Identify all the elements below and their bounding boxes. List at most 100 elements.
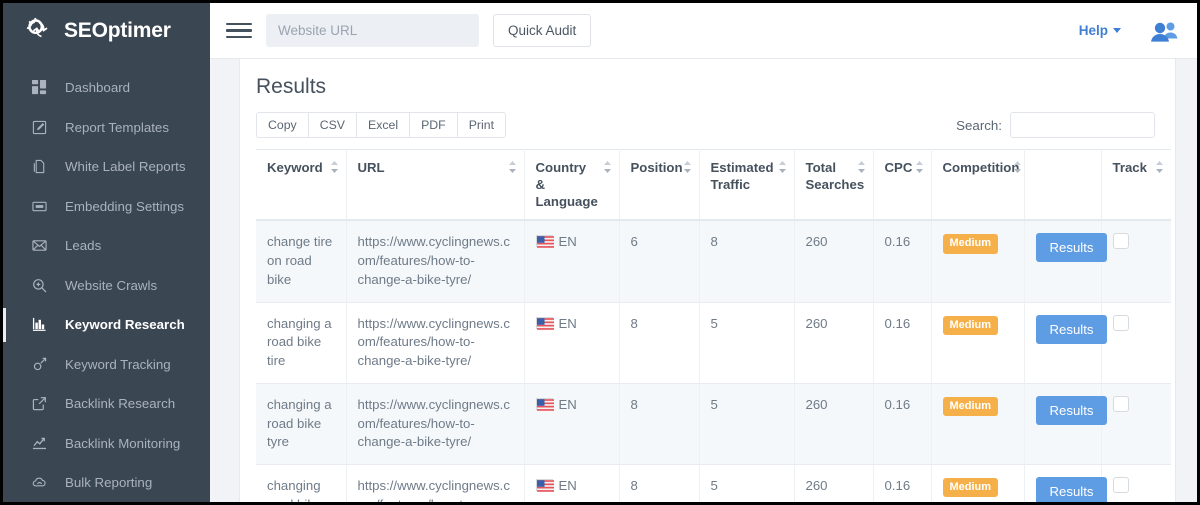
column-header-country-language[interactable]: Country & Language (524, 150, 619, 221)
cloud-gauge-icon (31, 474, 48, 491)
competition-badge: Medium (943, 316, 999, 335)
sort-toggle-icon (508, 161, 517, 173)
cell-track (1101, 465, 1171, 502)
track-checkbox[interactable] (1113, 477, 1129, 493)
sidebar-item-label: White Label Reports (65, 159, 185, 174)
sidebar-item-embedding-settings[interactable]: Embedding Settings (3, 187, 210, 227)
sidebar-item-report-templates[interactable]: Report Templates (3, 108, 210, 148)
results-button[interactable]: Results (1036, 396, 1108, 425)
sidebar-item-backlink-research[interactable]: Backlink Research (3, 384, 210, 424)
track-checkbox[interactable] (1113, 315, 1129, 331)
table-header-row: Keyword URL (256, 150, 1171, 221)
trend-line-icon (31, 435, 48, 452)
cell-position: 6 (619, 220, 699, 302)
page-title: Results (256, 75, 1197, 99)
column-label: Total Searches (806, 159, 863, 193)
export-csv-button[interactable]: CSV (308, 112, 356, 138)
cell-keyword: change tire on road bike (256, 220, 346, 302)
sidebar-item-keyword-tracking[interactable]: Keyword Tracking (3, 345, 210, 385)
sidebar-item-label: Embedding Settings (65, 199, 184, 214)
sort-toggle-icon (330, 161, 339, 173)
cell-track (1101, 220, 1171, 302)
dashboard-grid-icon (31, 79, 48, 96)
content-gutter (210, 59, 240, 502)
brand-name: SEOptimer (64, 19, 171, 43)
column-header-estimated-traffic[interactable]: Estimated Traffic (699, 150, 794, 221)
magnifier-plus-icon (31, 277, 48, 294)
track-checkbox[interactable] (1113, 396, 1129, 412)
sort-toggle-icon (683, 161, 692, 173)
cell-url: https://www.cyclingnews.com/features/how… (346, 465, 524, 502)
gear-arrows-icon (25, 16, 55, 46)
page-scrollbar[interactable] (1175, 59, 1197, 502)
export-excel-button[interactable]: Excel (356, 112, 409, 138)
search-label: Search: (956, 118, 1002, 133)
cell-estimated-traffic: 5 (699, 383, 794, 464)
language-code: EN (559, 397, 577, 412)
cell-cpc: 0.16 (873, 465, 931, 502)
help-menu[interactable]: Help (1079, 23, 1121, 38)
cell-actions: Results (1024, 302, 1101, 383)
sidebar-item-white-label-reports[interactable]: White Label Reports (3, 147, 210, 187)
track-checkbox[interactable] (1113, 233, 1129, 249)
cell-actions: Results (1024, 465, 1101, 502)
sidebar-item-label: Report Templates (65, 120, 169, 135)
sort-toggle-icon (778, 161, 787, 173)
cell-position: 8 (619, 302, 699, 383)
column-label: Track (1113, 159, 1162, 176)
copy-pages-icon (31, 158, 48, 175)
results-button[interactable]: Results (1036, 477, 1108, 502)
sidebar-nav: Dashboard Report Templates White Label R… (3, 59, 210, 502)
column-header-position[interactable]: Position (619, 150, 699, 221)
sort-toggle-icon (603, 161, 612, 173)
sidebar-item-website-crawls[interactable]: Website Crawls (3, 266, 210, 306)
sidebar-item-label: Keyword Tracking (65, 357, 171, 372)
sidebar-item-bulk-reporting[interactable]: Bulk Reporting (3, 463, 210, 502)
results-button[interactable]: Results (1036, 233, 1108, 262)
sidebar-item-dashboard[interactable]: Dashboard (3, 68, 210, 108)
cell-url: https://www.cyclingnews.com/features/how… (346, 302, 524, 383)
external-link-icon (31, 395, 48, 412)
sidebar-item-keyword-research[interactable]: Keyword Research (3, 305, 210, 345)
table-search: Search: (956, 112, 1155, 138)
cell-total-searches: 260 (794, 465, 873, 502)
cell-estimated-traffic: 5 (699, 465, 794, 502)
column-label: Competition (943, 159, 1014, 176)
embed-box-icon (31, 198, 48, 215)
brand-logo-area[interactable]: SEOptimer (3, 3, 210, 59)
column-header-competition[interactable]: Competition (931, 150, 1024, 221)
column-header-url[interactable]: URL (346, 150, 524, 221)
users-account-icon[interactable] (1149, 18, 1179, 44)
cell-keyword: changing a road bike tire (256, 302, 346, 383)
language-code: EN (559, 234, 577, 249)
content-wrapper: Results Copy CSV Excel PDF Print Search: (210, 59, 1197, 502)
sidebar-item-backlink-monitoring[interactable]: Backlink Monitoring (3, 424, 210, 464)
quick-audit-button[interactable]: Quick Audit (493, 14, 591, 47)
cell-total-searches: 260 (794, 302, 873, 383)
table-row: changing a road bike tire https://www.cy… (256, 302, 1171, 383)
export-copy-button[interactable]: Copy (256, 112, 308, 138)
column-header-track[interactable]: Track (1101, 150, 1171, 221)
website-url-input[interactable] (266, 14, 479, 47)
table-row: changing road bike tire https://www.cycl… (256, 465, 1171, 502)
language-code: EN (559, 478, 577, 493)
export-pdf-button[interactable]: PDF (409, 112, 457, 138)
competition-badge: Medium (943, 397, 999, 416)
cell-country-language: EN (524, 383, 619, 464)
sidebar-item-leads[interactable]: Leads (3, 226, 210, 266)
table-toolbar: Copy CSV Excel PDF Print Search: (256, 112, 1197, 138)
help-label: Help (1079, 23, 1108, 38)
results-button[interactable]: Results (1036, 315, 1108, 344)
sidebar-item-label: Website Crawls (65, 278, 157, 293)
cell-competition: Medium (931, 220, 1024, 302)
hamburger-icon[interactable] (226, 18, 252, 44)
column-header-cpc[interactable]: CPC (873, 150, 931, 221)
table-scroll-container[interactable]: Keyword URL (256, 149, 1171, 502)
export-print-button[interactable]: Print (457, 112, 506, 138)
column-label: Country & Language (536, 159, 609, 210)
cell-keyword: changing road bike tire (256, 465, 346, 502)
column-header-keyword[interactable]: Keyword (256, 150, 346, 221)
column-header-total-searches[interactable]: Total Searches (794, 150, 873, 221)
table-row: changing a road bike tyre https://www.cy… (256, 383, 1171, 464)
search-input[interactable] (1010, 112, 1155, 138)
